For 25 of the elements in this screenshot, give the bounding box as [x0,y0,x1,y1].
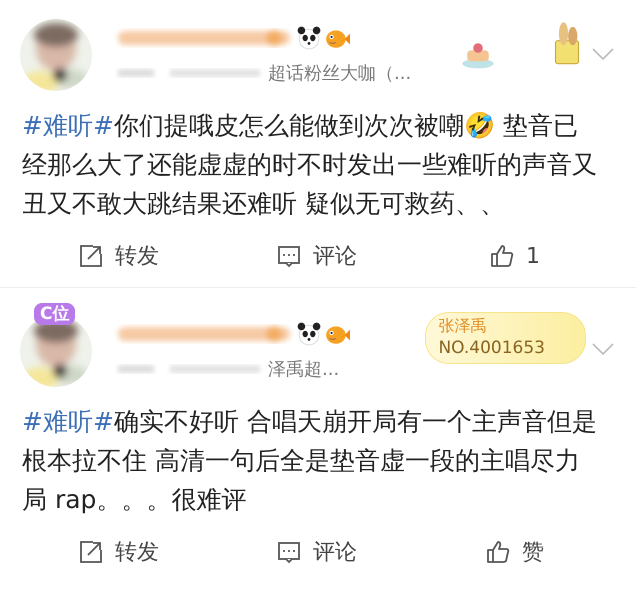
hashtag-link[interactable]: #难听# [22,407,114,436]
share-icon [79,540,103,564]
repost-button[interactable]: 转发 [20,537,218,567]
basket-icon [552,20,582,66]
panda-icon [296,25,322,51]
thumbs-up-icon [486,540,510,564]
post-text: #难听#你们提哦皮怎么能做到次次被嘲🤣 垫音已经那么大了还能虚虚的时不时发出一些难听的声音又丑又不敢大跳结果还难听 疑似无可救药、、 [22,110,598,220]
chevron-down-icon[interactable] [592,48,614,60]
chevron-down-icon[interactable] [592,343,614,355]
like-button[interactable]: 赞 [416,537,614,567]
share-icon [79,244,103,268]
comment-icon [277,244,301,268]
panda-icon [296,321,322,347]
avatar-badge: C位 [34,303,76,325]
hashtag-link[interactable]: #难听# [22,111,114,140]
comment-icon [277,540,301,564]
fan-badge[interactable]: 张泽禹 NO.4001653 [425,312,586,364]
meta-text: 泽禹超... [268,358,340,381]
comment-button[interactable]: 评论 [218,241,416,271]
repost-button[interactable]: 转发 [20,241,218,271]
like-button[interactable]: 1 [416,244,614,268]
meta-text: 超话粉丝大咖（... [268,62,412,85]
comment-button[interactable]: 评论 [218,537,416,567]
thumbs-up-icon [490,244,514,268]
post-text: #难听#确实不好听 合唱天崩开局有一个主声音但是根本拉不住 高清一句后全是垫音虚一段的主唱尽力局 rap。。。很难评 [22,406,598,516]
